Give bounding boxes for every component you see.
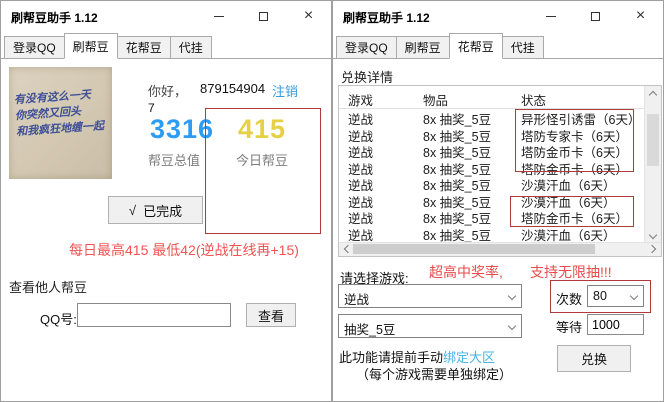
tab-daigua[interactable]: 代挂 <box>502 36 544 58</box>
vertical-scroll-thumb[interactable] <box>647 114 659 166</box>
window-controls: × <box>196 1 331 31</box>
exchange-details-label: 兑换详情 <box>341 67 393 86</box>
view-button-label: 查看 <box>258 306 284 325</box>
horizontal-scrollbar[interactable] <box>339 242 661 256</box>
minimize-button[interactable] <box>196 1 241 31</box>
table-row[interactable]: 逆战 8x 抽奖_5豆 沙漠汗血（6天） <box>339 191 645 208</box>
times-select-value: 80 <box>593 289 607 303</box>
exchange-button[interactable]: 兑换 <box>557 345 631 372</box>
chevron-right-icon <box>648 245 656 253</box>
window-controls: × <box>528 1 663 31</box>
maximize-button[interactable] <box>241 1 286 31</box>
maximize-icon <box>259 12 268 21</box>
chevron-down-icon <box>508 292 516 300</box>
today-beans-label: 今日帮豆 <box>205 150 319 169</box>
done-button-label: 已完成 <box>143 201 182 220</box>
game-select[interactable]: 逆战 <box>338 284 522 308</box>
exchange-table: 游戏 物品 状态 逆战 8x 抽奖_5豆 异形怪引诱雷（6天） 逆战 8x 抽奖… <box>338 85 662 257</box>
table-body: 逆战 8x 抽奖_5豆 异形怪引诱雷（6天） 逆战 8x 抽奖_5豆 塔防专家卡… <box>339 108 645 243</box>
logout-link[interactable]: 注销 <box>272 81 298 100</box>
titlebar[interactable]: 刷帮豆助手 1.12 × <box>1 1 331 31</box>
table-row[interactable]: 逆战 8x 抽奖_5豆 塔防专家卡（6天） <box>339 125 645 142</box>
daily-limit-notice: 每日最高415 最低42(逆战在线再+15) <box>69 240 299 260</box>
header-status: 状态 <box>521 90 546 109</box>
promo-win-rate: 超高中奖率, <box>429 262 503 282</box>
table-row[interactable]: 逆战 8x 抽奖_5豆 塔防金币卡（6天） <box>339 141 645 158</box>
qq-input-label: QQ号: <box>40 309 77 328</box>
tab-login-qq[interactable]: 登录QQ <box>336 36 397 58</box>
exchange-button-label: 兑换 <box>581 349 607 368</box>
bind-region-link[interactable]: 绑定大区 <box>443 350 495 365</box>
avatar: 有没有这么一天 你突然又回头 和我疯狂地缠一起 <box>9 67 112 179</box>
greeting-label: 你好， <box>148 81 187 100</box>
avatar-handwriting: 有没有这么一天 你突然又回头 和我疯狂地缠一起 <box>13 86 109 140</box>
tab-shua-bangdou[interactable]: 刷帮豆 <box>396 36 450 58</box>
close-icon: × <box>636 8 645 24</box>
bind-notice-prefix: 此功能请提前手动 <box>339 350 443 365</box>
tab-hua-bangdou[interactable]: 花帮豆 <box>449 33 503 59</box>
chevron-left-icon <box>344 245 352 253</box>
close-icon: × <box>304 8 313 24</box>
tab-bar: 登录QQ 刷帮豆 花帮豆 代挂 <box>1 31 331 59</box>
tab-bar: 登录QQ 刷帮豆 花帮豆 代挂 <box>333 31 663 59</box>
table-row[interactable]: 逆战 8x 抽奖_5豆 塔防金币卡（6天） <box>339 207 645 224</box>
table-row[interactable]: 逆战 8x 抽奖_5豆 沙漠汗血（6天） <box>339 224 645 241</box>
tab-shua-bangdou[interactable]: 刷帮豆 <box>64 33 118 59</box>
titlebar[interactable]: 刷帮豆助手 1.12 × <box>333 1 663 31</box>
minimize-icon <box>214 16 224 17</box>
scroll-down-arrow[interactable] <box>645 228 661 243</box>
minimize-button[interactable] <box>528 1 573 31</box>
close-button[interactable]: × <box>286 1 331 31</box>
window-title: 刷帮豆助手 1.12 <box>11 9 98 26</box>
check-icon: √ <box>129 203 136 218</box>
header-item: 物品 <box>423 90 448 109</box>
promo-unlimited: 支持无限抽!!! <box>530 262 612 282</box>
item-select-value: 抽奖_5豆 <box>344 319 395 338</box>
window-huabangdou: 刷帮豆助手 1.12 × 登录QQ 刷帮豆 花帮豆 代挂 兑换详情 游戏 物品 … <box>332 0 664 402</box>
times-select[interactable]: 80 <box>587 285 644 307</box>
qq-number: 879154904 <box>200 81 265 96</box>
view-button[interactable]: 查看 <box>246 303 296 327</box>
header-game: 游戏 <box>348 90 373 109</box>
today-beans-value: 415 <box>205 114 319 145</box>
game-select-value: 逆战 <box>344 289 369 308</box>
qq-lookup-input[interactable] <box>77 303 231 327</box>
bind-notice-line2: （每个游戏需要单独绑定） <box>356 364 512 383</box>
item-select[interactable]: 抽奖_5豆 <box>338 314 522 338</box>
table-row[interactable]: 逆战 8x 抽奖_5豆 塔防金币卡（6天） <box>339 158 645 175</box>
close-button[interactable]: × <box>618 1 663 31</box>
done-button[interactable]: √ 已完成 <box>108 196 203 224</box>
chevron-down-icon <box>649 230 657 238</box>
minimize-icon <box>546 16 556 17</box>
qq-number-wrap: 7 <box>148 101 155 115</box>
chevron-down-icon <box>508 322 516 330</box>
table-row[interactable]: 逆战 8x 抽奖_5豆 异形怪引诱雷（6天） <box>339 108 645 125</box>
times-label: 次数 <box>556 289 582 308</box>
maximize-button[interactable] <box>573 1 618 31</box>
window-shuabangdou: 刷帮豆助手 1.12 × 登录QQ 刷帮豆 花帮豆 代挂 有没有这么一天 你突然… <box>0 0 332 402</box>
window-title: 刷帮豆助手 1.12 <box>343 9 430 26</box>
horizontal-scroll-thumb[interactable] <box>353 244 595 254</box>
table-row[interactable]: 逆战 8x 抽奖_5豆 沙漠汗血（6天） <box>339 174 645 191</box>
chevron-down-icon <box>630 292 638 300</box>
total-beans-label: 帮豆总值 <box>148 150 200 169</box>
wait-label: 等待 <box>556 317 582 336</box>
scroll-left-arrow[interactable] <box>339 243 354 255</box>
wait-input[interactable] <box>587 314 644 335</box>
chevron-up-icon <box>649 91 657 99</box>
vertical-scrollbar[interactable] <box>644 86 661 243</box>
lookup-section-label: 查看他人帮豆 <box>9 277 87 296</box>
scroll-up-arrow[interactable] <box>645 86 661 101</box>
tab-hua-bangdou[interactable]: 花帮豆 <box>117 36 171 58</box>
table-header: 游戏 物品 状态 <box>339 86 645 109</box>
scroll-right-arrow[interactable] <box>646 243 661 255</box>
tab-login-qq[interactable]: 登录QQ <box>4 36 65 58</box>
maximize-icon <box>591 12 600 21</box>
tab-daigua[interactable]: 代挂 <box>170 36 212 58</box>
